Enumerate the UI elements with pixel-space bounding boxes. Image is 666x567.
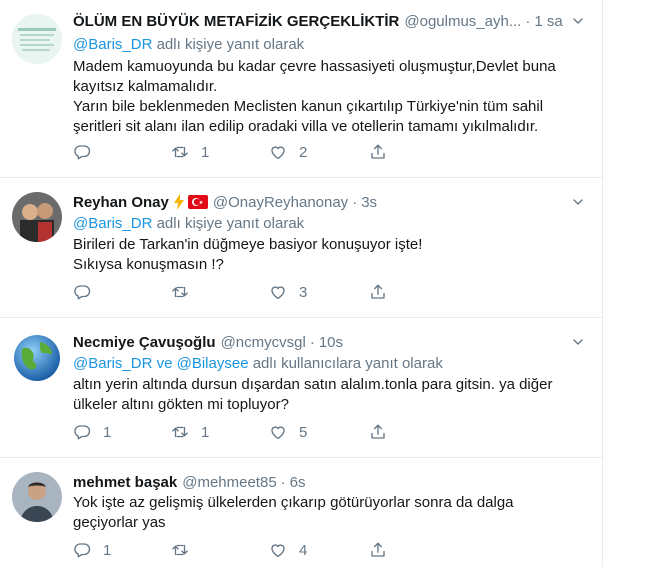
separator-dot: · xyxy=(309,333,315,351)
reply-context: @Baris_DR adlı kişiye yanıt olarak xyxy=(73,36,304,53)
share-button[interactable] xyxy=(369,541,387,559)
share-icon xyxy=(369,283,387,301)
user-handle[interactable]: @ncmycvsgl xyxy=(221,334,306,351)
retweet-button[interactable] xyxy=(171,283,201,301)
retweet-icon xyxy=(171,423,189,441)
timeline: ÖLÜM EN BÜYÜK METAFİZİK GERÇEKLİKTİR @og… xyxy=(0,0,603,567)
chevron-down-icon[interactable] xyxy=(570,334,586,350)
timestamp[interactable]: 1 sa xyxy=(534,13,562,30)
display-name[interactable]: Necmiye Çavuşoğlu xyxy=(73,334,216,351)
mention-joiner: ve xyxy=(152,355,177,372)
reply-button[interactable]: 1 xyxy=(73,423,111,441)
separator-dot: · xyxy=(525,12,531,30)
heart-icon xyxy=(269,143,287,161)
like-count: 4 xyxy=(299,541,308,559)
globe-avatar-image xyxy=(12,333,62,383)
display-name[interactable]: ÖLÜM EN BÜYÜK METAFİZİK GERÇEKLİKTİR xyxy=(73,13,399,30)
retweet-button[interactable]: 1 xyxy=(171,423,209,441)
tweet-header: mehmet başak @mehmeet85 · 6s xyxy=(73,471,586,493)
tweet-text: Yok işte az gelişmiş ülkelerden çıkarıp … xyxy=(73,494,514,531)
share-icon xyxy=(369,143,387,161)
heart-icon xyxy=(269,541,287,559)
separator-dot: · xyxy=(352,193,358,211)
tweet-header: Reyhan Onay @OnayReyhanonay · 3s xyxy=(73,191,586,213)
user-handle[interactable]: @OnayReyhanonay xyxy=(213,194,348,211)
reply-suffix: adlı kullanıcılara yanıt olarak xyxy=(248,355,443,372)
avatar[interactable] xyxy=(12,472,62,522)
reply-context: @Baris_DR ve @Bilaysee adlı kullanıcılar… xyxy=(73,355,443,372)
retweet-icon xyxy=(171,541,189,559)
share-icon xyxy=(369,423,387,441)
turkey-flag-icon xyxy=(187,195,208,209)
reply-suffix: adlı kişiye yanıt olarak xyxy=(152,36,305,53)
reply-count: 1 xyxy=(103,423,112,441)
reply-context: @Baris_DR adlı kişiye yanıt olarak xyxy=(73,215,304,232)
timestamp[interactable]: 10s xyxy=(319,334,343,351)
avatar-image xyxy=(12,14,62,64)
like-count: 3 xyxy=(299,283,308,301)
reply-icon xyxy=(73,143,91,161)
heart-icon xyxy=(269,423,287,441)
reply-icon xyxy=(73,283,91,301)
retweet-icon xyxy=(171,283,189,301)
share-button[interactable] xyxy=(369,283,387,301)
separator-dot: · xyxy=(280,473,286,491)
reply-count: 1 xyxy=(103,541,112,559)
mention-link[interactable]: @Baris_DR xyxy=(73,36,152,53)
like-button[interactable]: 4 xyxy=(269,541,307,559)
reply-button[interactable] xyxy=(73,283,103,301)
like-button[interactable]: 3 xyxy=(269,283,307,301)
retweet-count: 1 xyxy=(201,143,210,161)
tweet-text: Madem kamuoyunda bu kadar çevre hassasiy… xyxy=(73,58,556,135)
timestamp[interactable]: 3s xyxy=(361,194,377,211)
display-name[interactable]: Reyhan Onay xyxy=(73,194,169,211)
retweet-button[interactable] xyxy=(171,541,201,559)
mention-link[interactable]: @Bilaysee xyxy=(177,355,249,372)
avatar-image xyxy=(12,472,62,522)
lightning-icon xyxy=(173,194,184,210)
tweet-text: altın yerin altında dursun dışardan satı… xyxy=(73,376,553,413)
like-button[interactable]: 5 xyxy=(269,423,307,441)
tweet[interactable]: ÖLÜM EN BÜYÜK METAFİZİK GERÇEKLİKTİR @og… xyxy=(0,0,602,178)
like-count: 2 xyxy=(299,143,308,161)
timestamp[interactable]: 6s xyxy=(290,474,306,491)
avatar-image xyxy=(12,192,62,242)
share-icon xyxy=(369,541,387,559)
chevron-down-icon[interactable] xyxy=(570,194,586,210)
tweet-header: ÖLÜM EN BÜYÜK METAFİZİK GERÇEKLİKTİR @og… xyxy=(73,10,586,32)
share-button[interactable] xyxy=(369,423,387,441)
avatar[interactable] xyxy=(12,14,62,64)
avatar[interactable] xyxy=(12,192,62,242)
tweet-text: Birileri de Tarkan'in düğmeye basiyor ko… xyxy=(73,236,423,273)
tweet-actions: 1 4 xyxy=(73,541,473,561)
tweet[interactable]: Necmiye Çavuşoğlu @ncmycvsgl · 10s @Bari… xyxy=(0,317,602,458)
tweet-header: Necmiye Çavuşoğlu @ncmycvsgl · 10s xyxy=(73,331,586,353)
mention-link[interactable]: @Baris_DR xyxy=(73,355,152,372)
retweet-icon xyxy=(171,143,189,161)
tweet[interactable]: Reyhan Onay @OnayReyhanonay · 3s @Baris_… xyxy=(0,177,602,318)
retweet-button[interactable]: 1 xyxy=(171,143,209,161)
chevron-down-icon[interactable] xyxy=(570,13,586,29)
avatar[interactable] xyxy=(12,333,62,383)
display-name[interactable]: mehmet başak xyxy=(73,474,177,491)
retweet-count: 1 xyxy=(201,423,210,441)
name-emoji-badges xyxy=(173,194,208,210)
user-handle[interactable]: @mehmeet85 xyxy=(182,474,276,491)
user-handle[interactable]: @ogulmus_ayh... xyxy=(404,13,521,30)
tweet-actions: 1 2 xyxy=(73,143,473,163)
share-button[interactable] xyxy=(369,143,387,161)
tweet-actions: 1 1 5 xyxy=(73,423,473,443)
reply-icon xyxy=(73,423,91,441)
like-button[interactable]: 2 xyxy=(269,143,307,161)
reply-icon xyxy=(73,541,91,559)
tweet-actions: 3 xyxy=(73,283,473,303)
reply-suffix: adlı kişiye yanıt olarak xyxy=(152,215,305,232)
reply-button[interactable]: 1 xyxy=(73,541,111,559)
tweet[interactable]: mehmet başak @mehmeet85 · 6s Yok işte az… xyxy=(0,457,602,567)
heart-icon xyxy=(269,283,287,301)
like-count: 5 xyxy=(299,423,308,441)
reply-button[interactable] xyxy=(73,143,103,161)
mention-link[interactable]: @Baris_DR xyxy=(73,215,152,232)
